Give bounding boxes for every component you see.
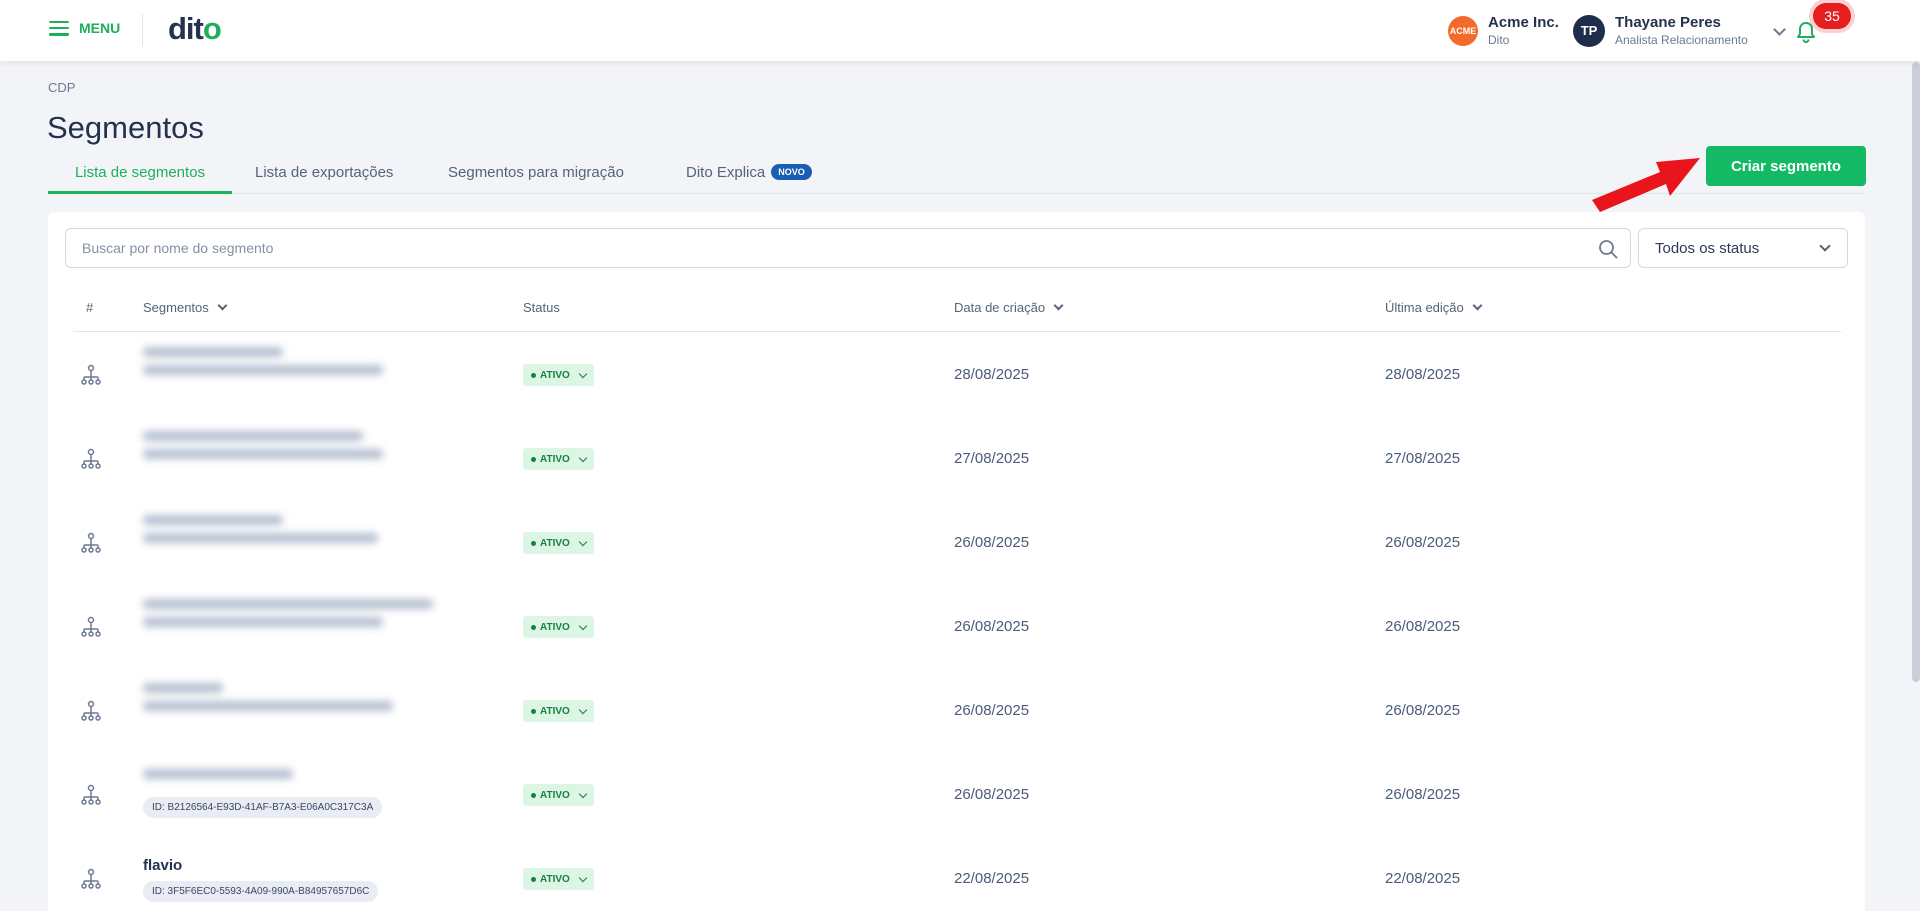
column-segments-label: Segmentos [143, 300, 209, 315]
segments-card: Todos os status # Segmentos Status Data … [48, 212, 1865, 911]
chevron-down-icon [578, 705, 588, 714]
segment-id-badge[interactable]: ID: B2126564-E93D-41AF-B7A3-E06A0C317C3A [143, 797, 383, 818]
chevron-down-icon [578, 453, 588, 462]
segment-name-redacted [143, 769, 293, 787]
new-badge: NOVO [771, 164, 812, 180]
menu-button[interactable]: MENU [49, 20, 120, 36]
segment-name-redacted [143, 683, 393, 719]
sort-chevron-icon [1472, 300, 1483, 311]
column-segments[interactable]: Segmentos [143, 300, 228, 315]
tab-lista-de-exportacoes[interactable]: Lista de exportações [255, 164, 393, 194]
created-date: 26/08/2025 [954, 702, 1030, 719]
segment-name-redacted [143, 347, 383, 383]
column-created[interactable]: Data de criação [954, 300, 1064, 315]
search-input[interactable] [82, 229, 1562, 267]
chevron-down-icon [578, 369, 588, 378]
tab-segmentos-para-migracao[interactable]: Segmentos para migração [448, 164, 624, 194]
column-edited[interactable]: Última edição [1385, 300, 1483, 315]
created-date: 28/08/2025 [954, 366, 1030, 383]
search-box [65, 228, 1631, 268]
tab-dito-explica[interactable]: Dito Explica NOVO [686, 164, 812, 194]
status-badge[interactable]: ATIVO [523, 616, 594, 638]
edited-date: 27/08/2025 [1385, 450, 1461, 467]
top-bar: MENU dito ACME Acme Inc. Dito TP Thayane… [0, 0, 1920, 61]
page-title: Segmentos [47, 110, 204, 145]
user-name: Thayane Peres [1615, 14, 1721, 31]
sort-chevron-icon [1053, 300, 1064, 311]
edited-date: 26/08/2025 [1385, 786, 1461, 803]
table-row[interactable]: ATIVO 28/08/2025 28/08/2025 [73, 333, 1841, 417]
segment-icon [81, 616, 101, 637]
chevron-down-icon [578, 789, 588, 798]
user-menu[interactable]: TP Thayane Peres Analista Relacionamento [1573, 14, 1748, 47]
column-index: # [86, 300, 94, 315]
create-segment-button[interactable]: Criar segmento [1706, 146, 1866, 186]
red-arrow-annotation [1592, 158, 1700, 212]
edited-date: 28/08/2025 [1385, 366, 1461, 383]
chevron-down-icon [578, 873, 588, 882]
status-badge[interactable]: ATIVO [523, 868, 594, 890]
status-badge[interactable]: ATIVO [523, 784, 594, 806]
chevron-down-icon [578, 621, 588, 630]
org-sub: Dito [1488, 33, 1510, 47]
table-row[interactable]: ID: B2126564-E93D-41AF-B7A3-E06A0C317C3A… [73, 753, 1841, 837]
status-filter-value: Todos os status [1655, 240, 1760, 257]
segment-name[interactable]: flavio [143, 857, 182, 874]
sort-chevron-icon [217, 300, 228, 311]
status-badge[interactable]: ATIVO [523, 364, 594, 386]
chevron-down-icon[interactable] [1773, 23, 1786, 36]
tab-dito-explica-label: Dito Explica [686, 164, 766, 181]
created-date: 26/08/2025 [954, 534, 1030, 551]
column-created-label: Data de criação [954, 300, 1046, 315]
segment-icon [81, 784, 101, 805]
organization-switcher[interactable]: ACME Acme Inc. Dito [1448, 14, 1559, 47]
user-role: Analista Relacionamento [1615, 33, 1748, 47]
status-badge[interactable]: ATIVO [523, 448, 594, 470]
notification-count-badge[interactable]: 35 [1813, 3, 1851, 29]
segment-icon [81, 700, 101, 721]
edited-date: 26/08/2025 [1385, 702, 1461, 719]
tab-lista-de-segmentos[interactable]: Lista de segmentos [48, 164, 232, 194]
header-divider [142, 14, 143, 46]
org-name: Acme Inc. [1488, 14, 1559, 31]
table-row[interactable]: ATIVO 26/08/2025 26/08/2025 [73, 669, 1841, 753]
created-date: 26/08/2025 [954, 786, 1030, 803]
table-row[interactable]: ATIVO 26/08/2025 26/08/2025 [73, 501, 1841, 585]
edited-date: 26/08/2025 [1385, 534, 1461, 551]
dito-logo[interactable]: dito [168, 11, 222, 47]
menu-label: MENU [79, 20, 121, 36]
segment-id-badge[interactable]: ID: 3F5F6EC0-5593-4A09-990A-B84957657D6C [143, 881, 379, 902]
edited-date: 22/08/2025 [1385, 870, 1461, 887]
edited-date: 26/08/2025 [1385, 618, 1461, 635]
status-badge[interactable]: ATIVO [523, 700, 594, 722]
status-badge[interactable]: ATIVO [523, 532, 594, 554]
hamburger-icon [49, 20, 69, 36]
search-icon[interactable] [1598, 239, 1618, 259]
chevron-down-icon [578, 537, 588, 546]
segment-icon [81, 868, 101, 889]
table-header: # Segmentos Status Data de criação Últim… [73, 282, 1841, 332]
column-edited-label: Última edição [1385, 300, 1464, 315]
created-date: 26/08/2025 [954, 618, 1030, 635]
chevron-down-icon [1819, 240, 1831, 252]
column-status: Status [523, 300, 560, 315]
segment-icon [81, 448, 101, 469]
segment-name-redacted [143, 431, 383, 467]
segment-icon [81, 532, 101, 553]
org-logo: ACME [1448, 15, 1478, 46]
breadcrumb[interactable]: CDP [48, 80, 75, 95]
segment-icon [81, 364, 101, 385]
avatar: TP [1573, 14, 1605, 47]
bell-icon[interactable] [1795, 20, 1817, 49]
table-row[interactable]: ATIVO 27/08/2025 27/08/2025 [73, 417, 1841, 501]
status-filter-select[interactable]: Todos os status [1638, 228, 1848, 268]
created-date: 22/08/2025 [954, 870, 1030, 887]
table-row[interactable]: flavio ID: 3F5F6EC0-5593-4A09-990A-B8495… [73, 837, 1841, 911]
page-scrollbar[interactable] [1912, 62, 1920, 682]
segment-name-redacted [143, 599, 433, 635]
created-date: 27/08/2025 [954, 450, 1030, 467]
table-row[interactable]: ATIVO 26/08/2025 26/08/2025 [73, 585, 1841, 669]
segment-name-redacted [143, 515, 378, 551]
